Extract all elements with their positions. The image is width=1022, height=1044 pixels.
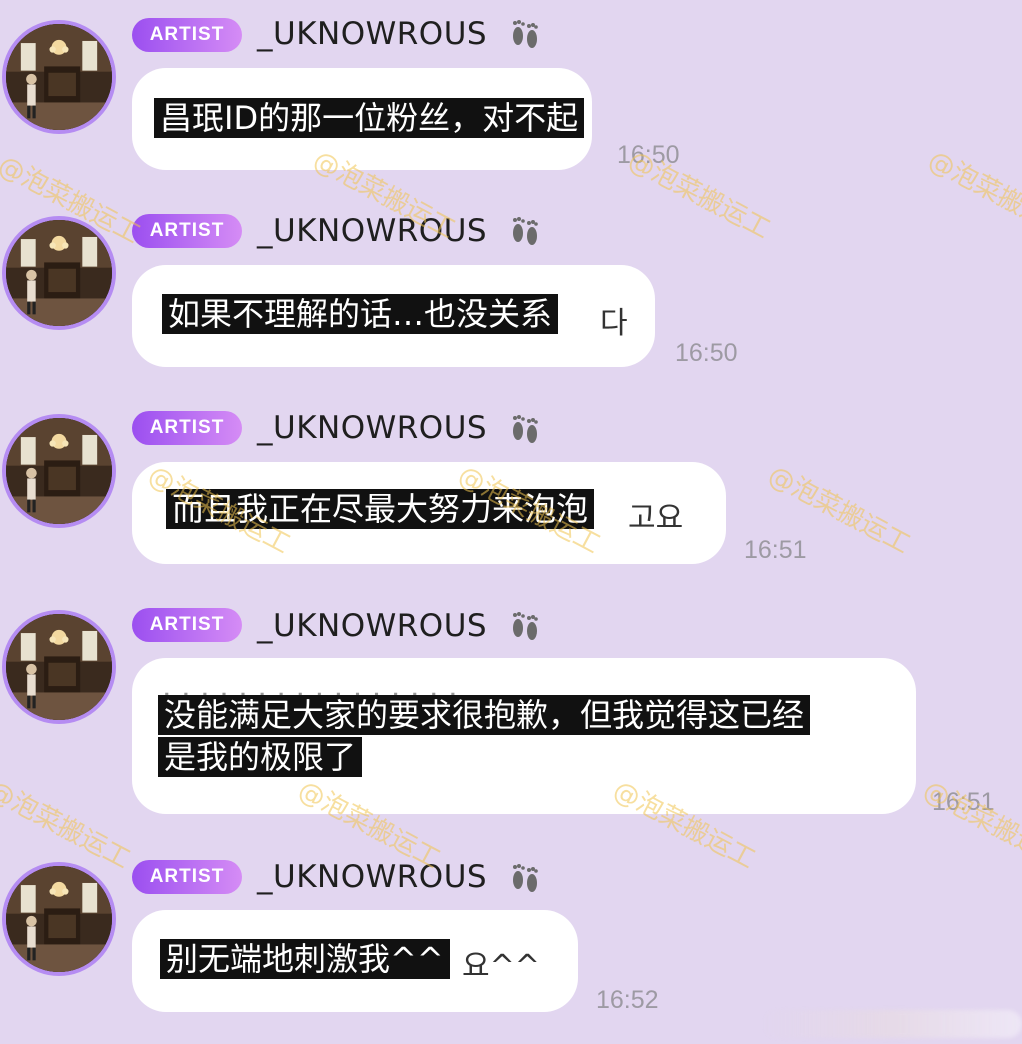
avatar[interactable]	[2, 610, 116, 724]
message-bubble[interactable]: 别无端地刺激我^^ 요^^	[132, 910, 578, 1012]
footprints-icon	[505, 14, 545, 54]
timestamp: 16:51	[744, 536, 807, 564]
profile-photo	[6, 24, 112, 130]
avatar[interactable]	[2, 414, 116, 528]
profile-photo	[6, 866, 112, 972]
subtitle-line: 别无端地刺激我^^	[160, 939, 450, 979]
username: _UKNOWROUS	[257, 16, 488, 52]
message-bubble[interactable]: 而且我正在尽最大努力来泡泡 고요	[132, 462, 726, 564]
artist-badge: ARTIST	[132, 214, 242, 248]
avatar[interactable]	[2, 20, 116, 134]
username: _UKNOWROUS	[257, 859, 488, 895]
original-text-remnant: 요^^	[462, 949, 540, 984]
watermark: @泡菜搬运工	[918, 775, 1022, 876]
subtitle-line: 没能满足大家的要求很抱歉，但我觉得这已经	[158, 695, 811, 735]
original-text-remnant: 고요	[628, 501, 684, 536]
subtitle-line: 如果不理解的话…也没关系	[162, 294, 559, 334]
footprints-icon	[505, 211, 545, 251]
avatar[interactable]	[2, 862, 116, 976]
artist-badge: ARTIST	[132, 18, 242, 52]
profile-photo	[6, 418, 112, 524]
timestamp: 16:50	[675, 339, 738, 367]
subtitle-line: 昌珉ID的那一位粉丝，对不起	[154, 98, 585, 138]
footprints-icon	[505, 858, 545, 898]
username: _UKNOWROUS	[257, 608, 488, 644]
message-bubble[interactable]: 昌珉ID的那一位粉丝，对不起	[132, 68, 592, 170]
subtitle-line: 是我的极限了	[158, 737, 363, 777]
timestamp: 16:50	[617, 141, 680, 169]
message-bubble[interactable]: 如果不理解的话…也没关系 다	[132, 265, 655, 367]
artist-badge: ARTIST	[132, 860, 242, 894]
username: _UKNOWROUS	[257, 410, 488, 446]
username: _UKNOWROUS	[257, 213, 488, 249]
footprints-icon	[505, 606, 545, 646]
profile-photo	[6, 220, 112, 326]
timestamp: 16:52	[596, 986, 659, 1014]
timestamp: 16:51	[932, 788, 995, 816]
subtitle-line: 而且我正在尽最大努力来泡泡	[166, 489, 595, 529]
watermark: @泡菜搬运工	[923, 145, 1022, 246]
message-bubble[interactable]: · · · · · · · · · · · · · · · · 没能满足大家的要…	[132, 658, 916, 814]
avatar[interactable]	[2, 216, 116, 330]
footprints-icon	[505, 409, 545, 449]
artist-badge: ARTIST	[132, 411, 242, 445]
watermark: @泡菜搬运工	[0, 775, 135, 876]
profile-photo	[6, 614, 112, 720]
original-text-remnant: 다	[600, 306, 628, 341]
blurred-corner-watermark	[760, 1010, 1022, 1038]
artist-badge: ARTIST	[132, 608, 242, 642]
